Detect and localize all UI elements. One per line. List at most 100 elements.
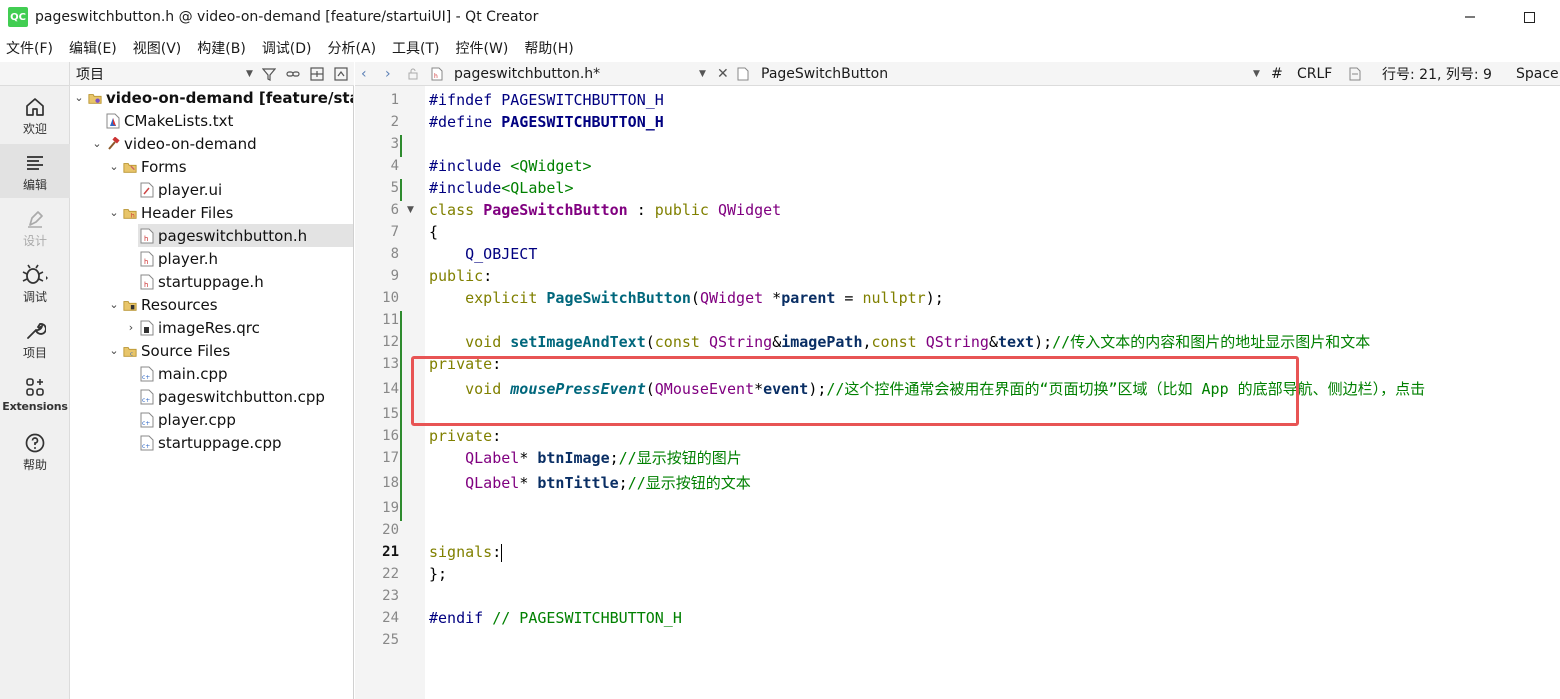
code-line: explicit PageSwitchButton(QWidget *paren…: [429, 287, 944, 309]
line-number: 25: [382, 632, 399, 648]
cpp-file-icon: c+: [140, 412, 154, 428]
hash-button[interactable]: #: [1271, 62, 1283, 86]
code-line: };: [429, 563, 447, 585]
mode-extensions[interactable]: Extensions: [0, 374, 70, 428]
chevron-down-icon[interactable]: ⌄: [90, 137, 104, 150]
code-token: QLabel: [465, 449, 520, 467]
chevron-down-icon[interactable]: ⌄: [107, 298, 121, 311]
lock-icon[interactable]: [407, 62, 419, 86]
header-file-icon: h: [140, 274, 154, 290]
annotation-highlight-box: [411, 356, 1299, 426]
code-token: &: [988, 333, 998, 351]
cpp-file-icon: c+: [140, 389, 154, 405]
mode-design[interactable]: 设计: [0, 206, 70, 260]
line-number: 21: [382, 544, 399, 560]
code-token: #include: [429, 179, 502, 197]
tree-item-folder[interactable]: ⌄ c Source Files: [107, 339, 230, 362]
chevron-right-icon[interactable]: ›: [124, 321, 138, 334]
code-token: nullptr: [862, 289, 926, 307]
code-token: <QLabel>: [501, 179, 574, 197]
filter-icon[interactable]: [260, 65, 278, 83]
indent-setting[interactable]: Space: [1516, 62, 1559, 86]
dropdown-arrow-icon[interactable]: ▼: [1253, 62, 1260, 86]
menu-controls[interactable]: 控件(W): [456, 38, 509, 58]
resources-folder-icon: [123, 297, 137, 313]
chevron-down-icon[interactable]: ⌄: [72, 91, 86, 104]
code-line: #define PAGESWITCHBUTTON_H: [429, 111, 664, 133]
back-icon[interactable]: ‹: [361, 62, 367, 86]
tree-item-folder[interactable]: ⌄ Forms: [107, 155, 186, 178]
header-file-icon: h: [140, 251, 154, 267]
dropdown-arrow-icon[interactable]: ▼: [699, 62, 706, 86]
minimize-button[interactable]: [1447, 0, 1493, 34]
menu-file[interactable]: 文件(F): [6, 38, 53, 58]
line-ending-selector[interactable]: CRLF: [1297, 62, 1332, 86]
menu-view[interactable]: 视图(V): [133, 38, 182, 58]
dropdown-arrow-icon[interactable]: ▼: [246, 69, 253, 79]
menu-edit[interactable]: 编辑(E): [69, 38, 117, 58]
tree-item-folder[interactable]: ⌄ h Header Files: [107, 201, 233, 224]
text-cursor: [501, 543, 503, 562]
maximize-button[interactable]: [1506, 0, 1552, 34]
tree-item-file[interactable]: c+ startuppage.cpp: [138, 431, 282, 454]
open-file-selector[interactable]: pageswitchbutton.h*: [454, 62, 600, 86]
line-number: 16: [382, 428, 399, 444]
collapse-icon[interactable]: [332, 65, 350, 83]
tree-item-project[interactable]: ⌄ video-on-demand [feature/star: [72, 86, 353, 109]
mode-help[interactable]: 帮助: [0, 430, 70, 484]
cursor-position[interactable]: 行号: 21, 列号: 9: [1382, 62, 1492, 86]
project-view-selector[interactable]: 项目: [76, 64, 104, 84]
tree-item-subproject[interactable]: ⌄ video-on-demand: [90, 132, 256, 155]
line-number: 2: [390, 114, 399, 130]
split-icon[interactable]: [308, 65, 326, 83]
code-token: #include: [429, 157, 511, 175]
window-title: pageswitchbutton.h @ video-on-demand [fe…: [35, 9, 539, 25]
mode-edit[interactable]: 编辑: [0, 144, 70, 198]
tree-item-folder[interactable]: ⌄ Resources: [107, 293, 217, 316]
project-tree: ⌄ video-on-demand [feature/star CMakeLis…: [70, 86, 354, 699]
tree-item-file[interactable]: player.ui: [124, 178, 222, 201]
header-folder-icon: h: [123, 205, 137, 221]
change-marker: [400, 135, 402, 157]
close-icon[interactable]: ✕: [717, 62, 729, 86]
line-number: 6: [390, 202, 399, 218]
forward-icon[interactable]: ›: [385, 62, 391, 86]
tree-item-file[interactable]: c+ pageswitchbutton.cpp: [138, 385, 325, 408]
svg-text:c+: c+: [142, 374, 150, 381]
menu-debug[interactable]: 调试(D): [262, 38, 312, 58]
link-icon[interactable]: [284, 65, 302, 83]
menu-build[interactable]: 构建(B): [197, 38, 246, 58]
mode-projects[interactable]: 项目: [0, 318, 70, 372]
encoding-icon[interactable]: [1349, 62, 1361, 86]
forms-folder-icon: [123, 159, 137, 175]
mode-welcome[interactable]: 欢迎: [0, 94, 70, 148]
menu-help[interactable]: 帮助(H): [524, 38, 573, 58]
menu-analyze[interactable]: 分析(A): [328, 38, 377, 58]
code-token: {: [429, 223, 439, 241]
tree-item-file[interactable]: c+ main.cpp: [138, 362, 228, 385]
qt-creator-logo-icon: QC: [8, 7, 28, 27]
chevron-down-icon[interactable]: ⌄: [107, 206, 121, 219]
tree-item-file[interactable]: h startuppage.h: [138, 270, 264, 293]
code-token: const: [654, 333, 709, 351]
chevron-down-icon[interactable]: ⌄: [107, 344, 121, 357]
header-file-icon: h: [431, 62, 443, 86]
line-number: 18: [382, 475, 399, 491]
title-bar: QC pageswitchbutton.h @ video-on-demand …: [0, 0, 1560, 34]
menu-tools[interactable]: 工具(T): [392, 38, 439, 58]
code-token: ,: [862, 333, 872, 351]
tree-item-file[interactable]: CMakeLists.txt: [90, 109, 233, 132]
code-token: private: [429, 427, 493, 445]
tree-item-file-selected[interactable]: h pageswitchbutton.h: [138, 224, 353, 247]
mode-debug[interactable]: 调试: [0, 262, 70, 316]
code-token: //显示按钮的文本: [627, 474, 751, 492]
tree-item-file[interactable]: c+ player.cpp: [138, 408, 236, 431]
code-token: :: [492, 427, 502, 445]
tree-item-file[interactable]: › imageRes.qrc: [124, 316, 260, 339]
fold-marker-icon[interactable]: ▼: [407, 205, 414, 215]
tree-item-file[interactable]: h player.h: [138, 247, 218, 270]
symbol-selector[interactable]: PageSwitchButton: [761, 62, 888, 86]
chevron-down-icon[interactable]: ⌄: [107, 160, 121, 173]
